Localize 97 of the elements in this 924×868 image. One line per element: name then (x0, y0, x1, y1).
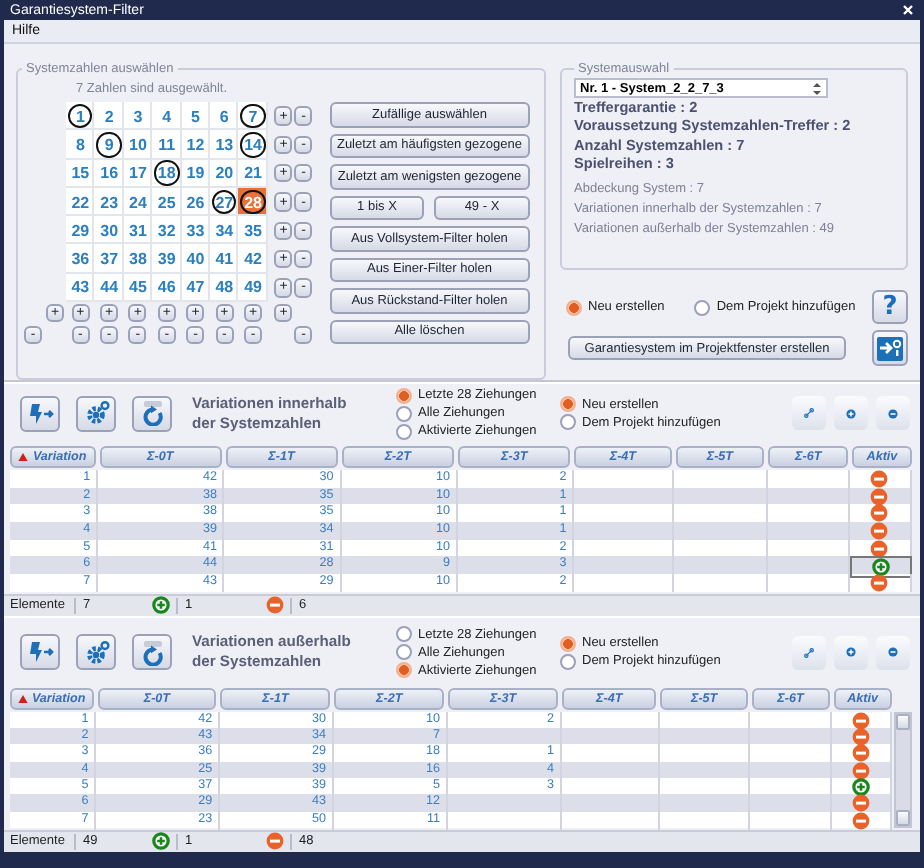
radio-button[interactable] (694, 299, 711, 315)
radio-button[interactable] (566, 299, 582, 315)
number[interactable]: 18 (154, 160, 180, 186)
radio-button[interactable] (396, 644, 412, 661)
stop-button[interactable] (132, 395, 172, 431)
minus-circle-icon[interactable] (851, 728, 870, 747)
add-button[interactable] (834, 635, 868, 670)
number[interactable]: 24 (125, 189, 151, 215)
link-button[interactable] (792, 635, 826, 670)
radio-button[interactable] (560, 396, 576, 412)
number[interactable]: 14 (240, 132, 266, 158)
number[interactable]: 29 (67, 218, 93, 244)
number[interactable]: 3 (125, 103, 151, 129)
number[interactable]: 10 (125, 132, 151, 158)
number[interactable]: 39 (154, 246, 180, 272)
number[interactable]: 26 (183, 189, 208, 215)
number[interactable]: 9 (96, 132, 122, 158)
radio-button[interactable] (560, 653, 576, 670)
number[interactable]: 43 (67, 275, 93, 301)
minus-circle-icon[interactable] (870, 504, 889, 523)
number[interactable]: 4 (154, 103, 180, 129)
spinner-icon[interactable] (812, 81, 822, 95)
minus-circle-icon[interactable] (851, 794, 870, 813)
number[interactable]: 47 (183, 275, 208, 301)
radio-button[interactable] (396, 626, 412, 643)
minus-circle-icon[interactable] (870, 487, 889, 506)
number[interactable]: 41 (211, 246, 237, 272)
radio-button[interactable] (396, 662, 412, 679)
number[interactable]: 16 (96, 160, 122, 186)
number[interactable]: 28 (240, 189, 266, 215)
settings-button[interactable] (76, 395, 116, 431)
number[interactable]: 48 (211, 275, 237, 301)
help-window-button[interactable] (872, 330, 908, 366)
scrollbar[interactable] (894, 711, 912, 828)
radio-button[interactable] (560, 414, 576, 430)
remove-button[interactable] (876, 396, 910, 430)
number[interactable]: 27 (211, 189, 237, 215)
radio-button[interactable] (396, 423, 412, 439)
number[interactable]: 8 (67, 132, 93, 158)
remove-button[interactable] (876, 635, 910, 670)
number[interactable]: 20 (211, 160, 237, 186)
number[interactable]: 19 (183, 160, 208, 186)
number[interactable]: 44 (96, 275, 122, 301)
stop-button[interactable] (132, 634, 172, 671)
number[interactable]: 11 (154, 132, 180, 158)
number[interactable]: 17 (125, 160, 151, 186)
number[interactable]: 21 (240, 160, 266, 186)
minus-circle-icon[interactable] (851, 744, 870, 763)
refresh-icon (139, 639, 165, 666)
number[interactable]: 1 (67, 103, 93, 129)
number[interactable]: 25 (154, 189, 180, 215)
gear-icon (83, 400, 109, 426)
add-button[interactable] (834, 396, 868, 430)
number[interactable]: 15 (67, 160, 93, 186)
minus-circle-icon[interactable] (870, 470, 889, 488)
number[interactable]: 36 (67, 246, 93, 272)
number[interactable]: 42 (240, 246, 266, 272)
minus-circle-icon[interactable] (851, 761, 870, 780)
number[interactable]: 37 (96, 246, 122, 272)
minus-circle-icon[interactable] (851, 711, 870, 730)
number[interactable]: 49 (240, 275, 266, 301)
gear-icon (83, 639, 109, 666)
number[interactable]: 22 (67, 189, 93, 215)
number[interactable]: 34 (211, 218, 237, 244)
pin-button[interactable] (20, 395, 60, 431)
settings-button[interactable] (76, 634, 116, 671)
refresh-icon (139, 400, 165, 426)
number[interactable]: 2 (96, 103, 122, 129)
help-window-icon (876, 335, 904, 361)
number[interactable]: 33 (183, 218, 208, 244)
number[interactable]: 32 (154, 218, 180, 244)
minus-circle-icon[interactable] (870, 539, 889, 558)
number[interactable]: 5 (183, 103, 208, 129)
pin-button[interactable] (20, 634, 60, 671)
radio-button[interactable] (560, 635, 576, 652)
number[interactable]: 38 (125, 246, 151, 272)
number[interactable]: 6 (211, 103, 237, 129)
number[interactable]: 30 (96, 218, 122, 244)
minus-circle-icon[interactable] (870, 522, 889, 541)
minus-circle-icon[interactable] (851, 811, 870, 830)
number[interactable]: 7 (240, 103, 266, 129)
link-button[interactable] (792, 396, 826, 430)
number[interactable]: 12 (183, 132, 208, 158)
number[interactable]: 40 (183, 246, 208, 272)
help-button[interactable]: ? (872, 290, 908, 324)
close-icon[interactable] (902, 4, 914, 16)
radio-button[interactable] (396, 405, 412, 421)
radio-button[interactable] (396, 387, 412, 403)
number[interactable]: 13 (211, 132, 237, 158)
number[interactable]: 35 (240, 218, 266, 244)
minus-circle-icon[interactable] (870, 574, 889, 593)
number[interactable]: 45 (125, 275, 151, 301)
number[interactable]: 31 (125, 218, 151, 244)
number[interactable]: 23 (96, 189, 122, 215)
number[interactable]: 46 (154, 275, 180, 301)
sort-icon (17, 693, 28, 704)
sort-icon (18, 452, 29, 462)
